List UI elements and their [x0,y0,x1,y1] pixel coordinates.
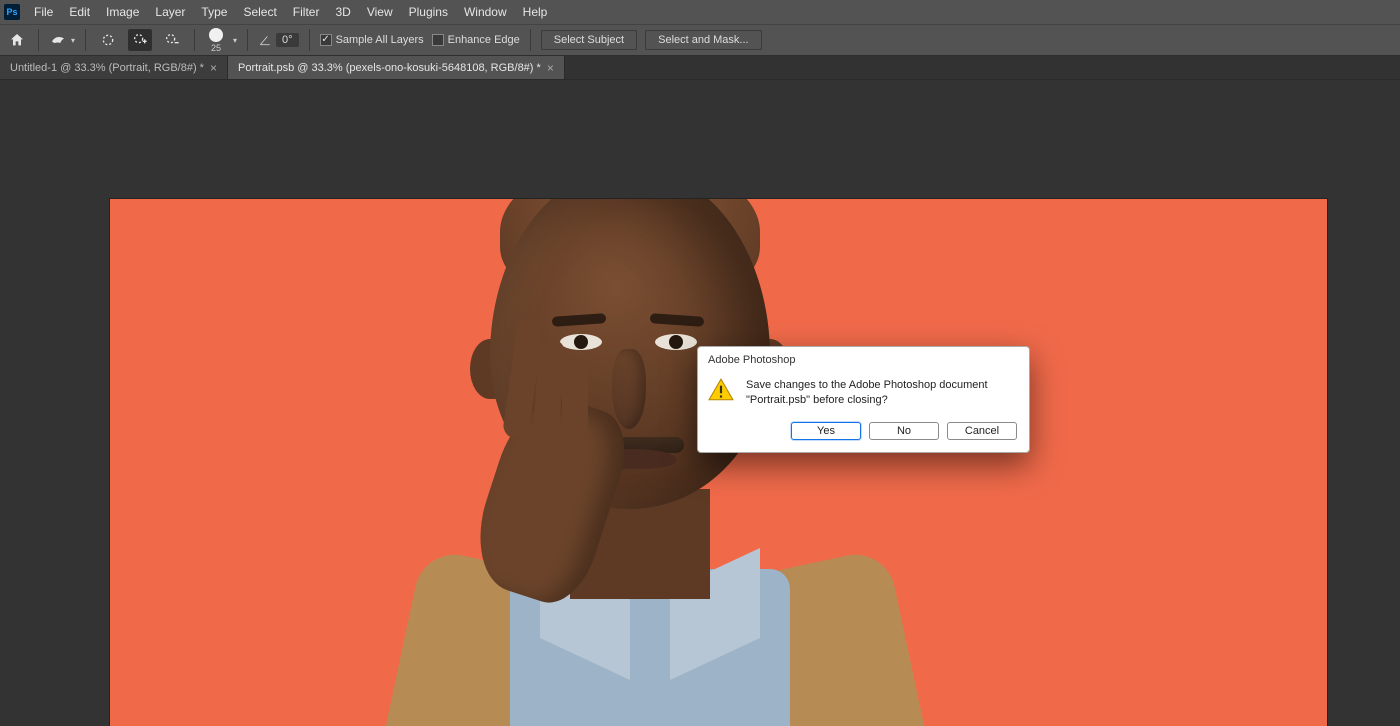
options-bar: ▾ 25 ▾ 0° Sample All Layers Enhance Edge… [0,24,1400,56]
select-subject-button[interactable]: Select Subject [541,30,637,50]
warning-icon [708,377,734,408]
menu-3d-label: 3D [335,5,350,19]
menu-help-label: Help [523,5,548,19]
dialog-title: Adobe Photoshop [698,347,1029,373]
select-and-mask-button[interactable]: Select and Mask... [645,30,762,50]
menu-window[interactable]: Window [456,1,515,23]
menu-plugins-label: Plugins [409,5,448,19]
document-canvas[interactable] [110,199,1327,726]
close-icon[interactable]: × [547,61,554,75]
app-logo-text: Ps [6,7,17,17]
app-logo: Ps [4,4,20,20]
menu-help[interactable]: Help [515,1,556,23]
menu-filter[interactable]: Filter [285,1,328,23]
menu-image-label: Image [106,5,139,19]
close-icon[interactable]: × [210,61,217,75]
menu-edit[interactable]: Edit [61,1,98,23]
dialog-message: Save changes to the Adobe Photoshop docu… [746,377,1017,408]
select-and-mask-label: Select and Mask... [658,34,749,46]
no-button-label: No [897,425,911,437]
chevron-down-icon: ▾ [71,36,75,45]
brush-angle-value[interactable]: 0° [276,33,299,47]
sample-all-layers-checkbox[interactable]: Sample All Layers [320,34,424,46]
document-tab[interactable]: Untitled-1 @ 33.3% (Portrait, RGB/8#) * … [0,56,228,79]
checkbox-icon [320,34,332,46]
menu-3d[interactable]: 3D [327,1,358,23]
menu-file[interactable]: File [26,1,61,23]
brush-picker[interactable]: 25 [209,28,223,53]
subtract-selection-icon [164,32,180,48]
menu-bar: Ps File Edit Image Layer Type Select Fil… [0,0,1400,24]
cancel-button-label: Cancel [965,425,999,437]
yes-button-label: Yes [817,425,835,437]
enhance-edge-checkbox[interactable]: Enhance Edge [432,34,520,46]
brush-size-value: 25 [211,43,221,53]
menu-type-label: Type [201,5,227,19]
document-tab-bar: Untitled-1 @ 33.3% (Portrait, RGB/8#) * … [0,56,1400,80]
menu-image[interactable]: Image [98,1,147,23]
quick-select-tool-indicator[interactable]: ▾ [49,31,75,49]
cancel-button[interactable]: Cancel [947,422,1017,440]
menu-select[interactable]: Select [235,1,284,23]
menu-select-label: Select [243,5,276,19]
menu-layer-label: Layer [155,5,185,19]
home-icon [9,32,25,48]
document-tab-label: Portrait.psb @ 33.3% (pexels-ono-kosuki-… [238,62,541,74]
menu-view-label: View [367,5,393,19]
home-button[interactable] [6,29,28,51]
separator [530,29,531,51]
separator [38,29,39,51]
quick-select-icon [49,31,67,49]
brush-preview-dot [209,28,223,42]
menu-file-label: File [34,5,53,19]
document-tab[interactable]: Portrait.psb @ 33.3% (pexels-ono-kosuki-… [228,56,565,79]
no-button[interactable]: No [869,422,939,440]
menu-type[interactable]: Type [193,1,235,23]
separator [247,29,248,51]
dialog-button-row: Yes No Cancel [698,412,1029,452]
work-area: Adobe Photoshop Save changes to the Adob… [0,80,1400,726]
new-selection-icon [100,32,116,48]
chevron-down-icon[interactable]: ▾ [233,36,237,45]
separator [194,29,195,51]
portrait-image [350,199,950,726]
menu-filter-label: Filter [293,5,320,19]
menu-layer[interactable]: Layer [147,1,193,23]
sample-all-layers-label: Sample All Layers [336,34,424,46]
save-changes-dialog: Adobe Photoshop Save changes to the Adob… [697,346,1030,453]
yes-button[interactable]: Yes [791,422,861,440]
checkbox-icon [432,34,444,46]
separator [85,29,86,51]
subtract-selection-button[interactable] [160,29,184,51]
add-selection-button[interactable] [128,29,152,51]
document-tab-label: Untitled-1 @ 33.3% (Portrait, RGB/8#) * [10,62,204,74]
menu-edit-label: Edit [69,5,90,19]
add-selection-icon [132,32,148,48]
menu-window-label: Window [464,5,507,19]
new-selection-button[interactable] [96,29,120,51]
enhance-edge-label: Enhance Edge [448,34,520,46]
menu-plugins[interactable]: Plugins [401,1,456,23]
brush-angle-control[interactable]: 0° [258,33,299,47]
select-subject-label: Select Subject [554,34,624,46]
menu-view[interactable]: View [359,1,401,23]
separator [309,29,310,51]
angle-icon [258,33,272,47]
